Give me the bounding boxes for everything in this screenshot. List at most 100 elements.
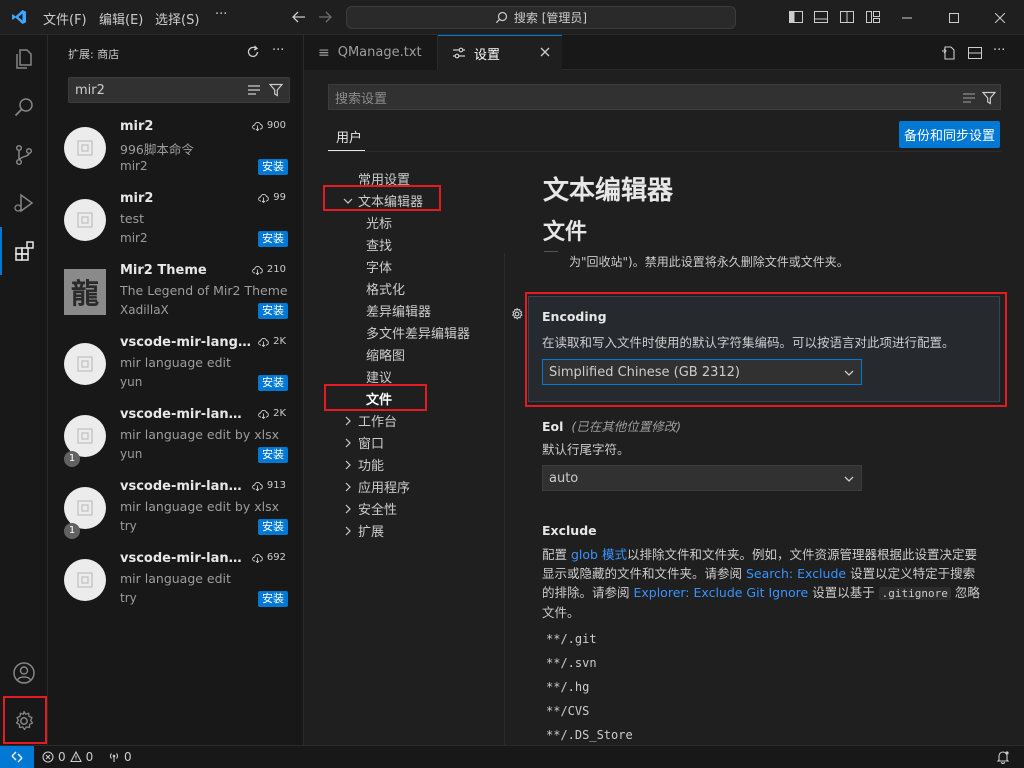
toc-font[interactable]: 字体	[366, 257, 392, 276]
extension-item[interactable]: 龍 Mir2 Theme 210 The Legend of Mir2 Them…	[48, 259, 304, 331]
extension-item[interactable]: vscode-mir-language 2K mir language edit…	[48, 331, 304, 403]
views-more-icon[interactable]: ···	[272, 43, 284, 58]
glob-pattern-link[interactable]: glob 模式	[571, 547, 627, 562]
explorer-icon[interactable]	[0, 35, 48, 83]
back-arrow-icon[interactable]	[291, 10, 307, 24]
checkbox-partial[interactable]	[544, 251, 558, 255]
eol-title: Eol	[542, 419, 564, 434]
extension-search-input[interactable]: mir2	[68, 77, 290, 103]
search-icon	[495, 11, 508, 24]
more-actions-icon[interactable]: ···	[993, 43, 1005, 58]
command-center-search[interactable]: 搜索 [管理员]	[346, 6, 736, 29]
source-control-icon[interactable]	[0, 131, 48, 179]
download-cloud-icon	[252, 481, 263, 491]
menu-selection[interactable]: 选择(S)	[155, 9, 199, 28]
tab-settings[interactable]: 设置	[438, 35, 562, 70]
toggle-primary-sidebar-icon[interactable]	[788, 9, 804, 25]
exclude-pattern[interactable]: **/.git	[546, 632, 597, 646]
run-debug-icon[interactable]	[0, 179, 48, 227]
settings-search-input[interactable]: 搜索设置	[328, 84, 1001, 110]
open-settings-json-icon[interactable]	[941, 45, 957, 61]
install-button[interactable]: 安装	[258, 591, 288, 607]
notifications-bell-icon[interactable]	[996, 750, 1010, 764]
explorer-exclude-gitignore-link[interactable]: Explorer: Exclude Git Ignore	[633, 585, 808, 600]
exclude-pattern[interactable]: **/.hg	[546, 680, 589, 694]
search-exclude-link[interactable]: Search: Exclude	[746, 566, 846, 581]
download-cloud-icon	[252, 121, 263, 131]
install-button[interactable]: 安装	[258, 375, 288, 391]
filter-settings-icon[interactable]	[982, 91, 996, 105]
toc-find[interactable]: 查找	[366, 235, 392, 254]
exclude-pattern[interactable]: **/.DS_Store	[546, 728, 633, 742]
install-button[interactable]: 安装	[258, 519, 288, 535]
toc-window-label: 窗口	[358, 437, 385, 452]
broadcast-icon	[108, 751, 120, 763]
close-tab-icon[interactable]	[540, 47, 550, 57]
toc-security[interactable]: 安全性	[342, 499, 397, 518]
install-button[interactable]: 安装	[258, 303, 288, 319]
ports-indicator[interactable]: 0	[108, 750, 132, 764]
clear-search-filter-icon[interactable]	[962, 92, 976, 104]
eol-modified-note[interactable]: (已在其他位置修改)	[571, 419, 681, 434]
download-count: 913	[252, 480, 286, 491]
settings-tab-icon	[452, 47, 466, 59]
exclude-pattern[interactable]: **/.svn	[546, 656, 597, 670]
toc-features[interactable]: 功能	[342, 455, 384, 474]
problems-indicator[interactable]: 0 0	[42, 750, 93, 764]
install-button[interactable]: 安装	[258, 447, 288, 463]
toggle-panel-icon[interactable]	[813, 9, 829, 25]
activity-bar	[0, 35, 48, 745]
toggle-secondary-sidebar-icon[interactable]	[839, 9, 855, 25]
toc-workbench[interactable]: 工作台	[342, 411, 397, 430]
extension-author: mir2	[120, 231, 148, 245]
extension-description: test	[120, 211, 145, 226]
refresh-icon[interactable]	[246, 45, 260, 59]
menu-edit[interactable]: 编辑(E)	[99, 9, 143, 28]
extension-author: try	[120, 591, 137, 605]
backup-sync-button[interactable]: 备份和同步设置	[899, 121, 1000, 148]
maximize-button[interactable]	[931, 0, 977, 35]
extension-description: 996脚本命令	[120, 142, 194, 157]
title-bar: 文件(F) 编辑(E) 选择(S) ··· 搜索 [管理员]	[0, 0, 1024, 35]
filter-icon[interactable]	[269, 83, 283, 97]
tab-qmanage[interactable]: ≡ QManage.txt	[304, 35, 438, 70]
clear-filter-icon[interactable]	[247, 84, 261, 96]
setting-gear-icon[interactable]	[510, 307, 524, 321]
accounts-icon[interactable]	[0, 649, 48, 697]
close-window-button[interactable]	[977, 0, 1023, 35]
scope-tab-user[interactable]: 用户	[336, 127, 362, 146]
chevron-right-icon	[342, 525, 354, 537]
install-button[interactable]: 安装	[258, 231, 288, 247]
toc-formatting[interactable]: 格式化	[366, 279, 405, 298]
text-file-icon: ≡	[318, 44, 330, 61]
customize-layout-icon[interactable]	[865, 9, 881, 25]
menu-more[interactable]: ···	[215, 7, 227, 22]
menu-file[interactable]: 文件(F)	[43, 9, 87, 28]
extension-item[interactable]: mir2 99 test mir2 安装	[48, 187, 304, 259]
exclude-pattern[interactable]: **/CVS	[546, 704, 589, 718]
extension-item[interactable]: mir2 900 996脚本命令 mir2 安装	[48, 115, 304, 187]
extensions-icon[interactable]	[0, 227, 48, 275]
encoding-select[interactable]: Simplified Chinese (GB 2312)	[542, 359, 862, 385]
toc-diff-editor[interactable]: 差异编辑器	[366, 301, 431, 320]
search-view-icon[interactable]	[0, 83, 48, 131]
split-editor-icon[interactable]	[967, 45, 983, 61]
command-center-label: 搜索 [管理员]	[513, 11, 588, 25]
eol-select[interactable]: auto	[542, 465, 862, 491]
toc-application[interactable]: 应用程序	[342, 477, 410, 496]
extension-item[interactable]: vscode-mir-langua... 692 mir language ed…	[48, 547, 304, 619]
toc-window[interactable]: 窗口	[342, 433, 384, 452]
toc-minimap[interactable]: 缩略图	[366, 345, 405, 364]
eol-title-row: Eol (已在其他位置修改)	[542, 416, 681, 435]
toc-multi-diff-editor[interactable]: 多文件差异编辑器	[366, 323, 470, 342]
remote-indicator-icon[interactable]	[0, 746, 34, 768]
toc-cursor[interactable]: 光标	[366, 213, 392, 232]
extension-item[interactable]: 1 vscode-mir-langua... 913 mir language …	[48, 475, 304, 547]
toc-extensions[interactable]: 扩展	[342, 521, 384, 540]
install-button[interactable]: 安装	[258, 159, 288, 175]
extension-name: vscode-mir-langua...	[120, 479, 250, 494]
forward-arrow-icon[interactable]	[317, 10, 333, 24]
manage-highlight-box	[3, 696, 47, 744]
minimize-button[interactable]	[884, 0, 930, 35]
extension-item[interactable]: 1 vscode-mir-langua... 2K mir language e…	[48, 403, 304, 475]
